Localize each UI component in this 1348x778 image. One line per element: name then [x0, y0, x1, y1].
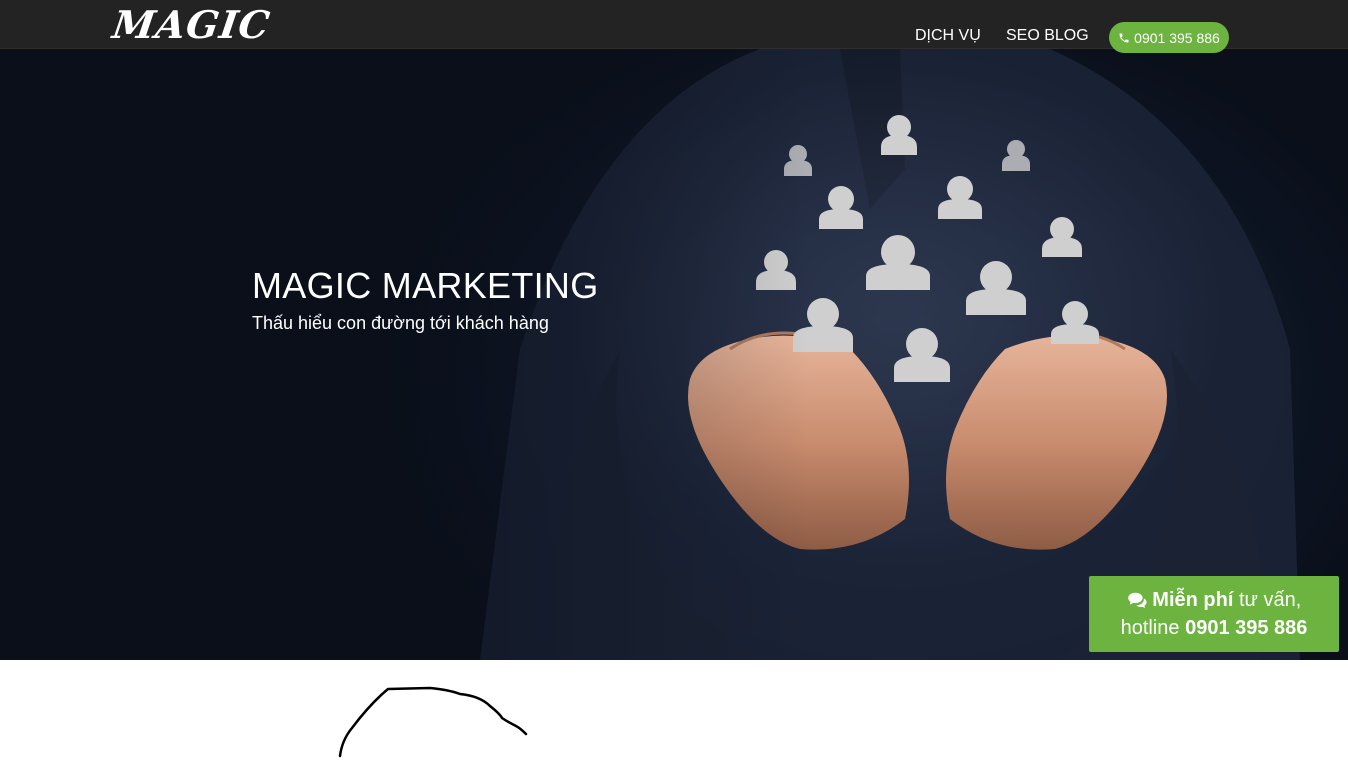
chat-icon	[1127, 592, 1147, 608]
pen-scribble	[338, 686, 528, 758]
logo[interactable]: MAGIC	[110, 2, 273, 47]
cta-bold-text: Miễn phí	[1152, 589, 1234, 611]
hero-subtitle: Thấu hiểu con đường tới khách hàng	[252, 313, 549, 333]
cta-line-1: Miễn phí tư vấn,	[1089, 586, 1339, 614]
nav-link-seo-blog[interactable]: SEO BLOG	[1006, 27, 1089, 45]
cta-hotline-number: 0901 395 886	[1185, 617, 1308, 639]
phone-icon	[1119, 33, 1129, 42]
hero-banner: MAGIC MARKETING Thấu hiểu con đường tới …	[0, 49, 1348, 660]
phone-number: 0901 395 886	[1134, 29, 1220, 46]
nav-link-dich-vu[interactable]: DỊCH VỤ	[915, 27, 981, 45]
free-consult-button[interactable]: Miễn phí tư vấn, hotline 0901 395 886	[1089, 576, 1339, 652]
top-navbar: MAGIC DỊCH VỤ SEO BLOG 0901 395 886	[0, 0, 1348, 53]
phone-button[interactable]: 0901 395 886	[1109, 22, 1229, 53]
cta-hotline-prefix: hotline	[1120, 617, 1186, 639]
hero-background-image	[0, 49, 1348, 660]
hero-title: MAGIC MARKETING	[252, 265, 599, 306]
cta-line-2: hotline 0901 395 886	[1089, 614, 1339, 642]
cta-text: tư vấn,	[1233, 589, 1302, 611]
